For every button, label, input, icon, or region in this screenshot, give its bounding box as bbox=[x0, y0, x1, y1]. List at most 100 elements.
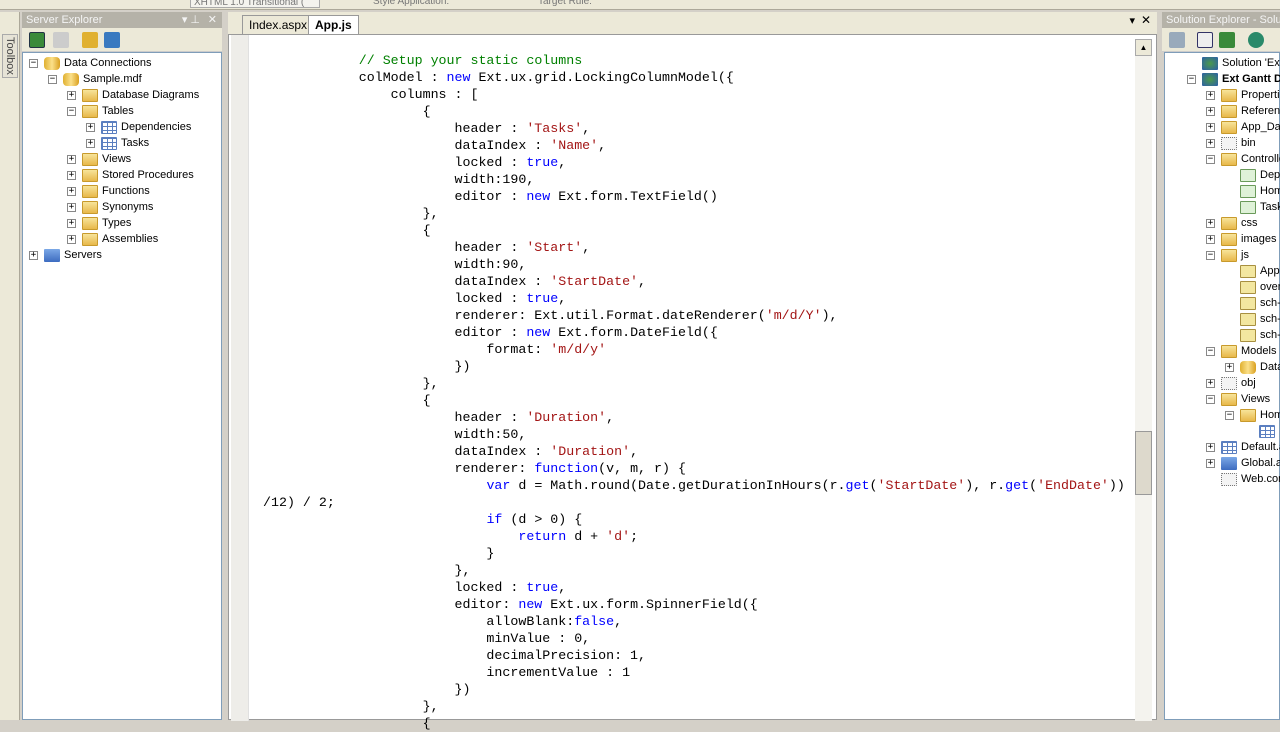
scroll-thumb[interactable] bbox=[1135, 431, 1152, 495]
tree-item[interactable]: + Global.asax bbox=[1206, 455, 1280, 471]
tree-item[interactable]: + css bbox=[1206, 215, 1258, 231]
tree-item[interactable]: − Sample.mdf bbox=[48, 71, 142, 87]
tree-item[interactable]: Web.config bbox=[1206, 471, 1280, 487]
code-token: dataIndex : bbox=[263, 274, 551, 289]
tab-index-aspx[interactable]: Index.aspx bbox=[242, 15, 315, 34]
tree-item[interactable]: sch-gantt bbox=[1225, 311, 1280, 327]
tree-item[interactable]: overrides.js bbox=[1225, 279, 1280, 295]
expand-icon[interactable]: + bbox=[67, 154, 76, 164]
collapse-icon[interactable]: − bbox=[1206, 394, 1215, 404]
tree-item[interactable]: − Home bbox=[1225, 407, 1280, 423]
tree-item-label: Views bbox=[1241, 393, 1271, 405]
tree-item[interactable]: + Default.aspx bbox=[1206, 439, 1280, 455]
tree-item[interactable]: + Servers bbox=[29, 247, 102, 263]
expand-icon[interactable]: + bbox=[67, 202, 76, 212]
tab-list-icon[interactable]: ▾ bbox=[1129, 14, 1135, 27]
tree-item-label: Ext Gantt Demo bbox=[1222, 73, 1280, 85]
scroll-up-button[interactable]: ▲ bbox=[1135, 39, 1152, 56]
close-icon[interactable]: ✕ bbox=[208, 13, 217, 26]
code-text[interactable]: // Setup your static columns colModel : … bbox=[263, 52, 1125, 732]
connect-server-icon[interactable] bbox=[104, 32, 120, 48]
collapse-icon[interactable]: − bbox=[1206, 250, 1215, 260]
collapse-icon[interactable]: − bbox=[1206, 154, 1215, 164]
tree-item[interactable]: − js bbox=[1206, 247, 1249, 263]
tree-item[interactable]: + images bbox=[1206, 231, 1276, 247]
tree-item[interactable]: + Database Diagrams bbox=[67, 87, 199, 103]
cs-icon bbox=[1240, 168, 1256, 182]
expand-icon[interactable]: + bbox=[1206, 458, 1215, 468]
tree-item[interactable]: + Dependencies bbox=[86, 119, 191, 135]
tab-app-js[interactable]: App.js bbox=[308, 15, 359, 34]
tree-item[interactable]: + obj bbox=[1206, 375, 1256, 391]
stop-icon[interactable] bbox=[53, 32, 69, 48]
tree-item[interactable]: Index.aspx bbox=[1244, 423, 1280, 439]
collapse-icon[interactable]: − bbox=[48, 74, 57, 84]
tree-item[interactable]: + Types bbox=[67, 215, 131, 231]
folder-icon bbox=[82, 184, 98, 198]
code-line: width:50, bbox=[263, 426, 1125, 443]
tree-item[interactable]: + Assemblies bbox=[67, 231, 158, 247]
expand-icon[interactable]: + bbox=[67, 218, 76, 228]
expand-icon[interactable]: + bbox=[1206, 138, 1215, 148]
tree-item[interactable]: DependenciesController.cs bbox=[1225, 167, 1280, 183]
tree-item[interactable]: HomeController.cs bbox=[1225, 183, 1280, 199]
tree-item[interactable]: + References bbox=[1206, 103, 1280, 119]
tree-item[interactable]: + bin bbox=[1206, 135, 1256, 151]
tree-item[interactable]: − Controllers bbox=[1206, 151, 1280, 167]
toolbox-tab[interactable]: Toolbox bbox=[2, 34, 18, 78]
expand-icon[interactable]: + bbox=[67, 90, 76, 100]
tree-item[interactable]: + Properties bbox=[1206, 87, 1280, 103]
tree-item[interactable]: + Functions bbox=[67, 183, 150, 199]
expand-icon[interactable]: + bbox=[1206, 90, 1215, 100]
vertical-scrollbar[interactable]: ▲ bbox=[1135, 39, 1152, 721]
expand-icon[interactable]: + bbox=[86, 138, 95, 148]
tree-item[interactable]: + Views bbox=[67, 151, 131, 167]
expand-icon[interactable]: + bbox=[1206, 378, 1215, 388]
expand-icon[interactable]: + bbox=[86, 122, 95, 132]
expand-icon[interactable]: + bbox=[67, 170, 76, 180]
tree-item[interactable]: − Tables bbox=[67, 103, 134, 119]
doctype-select[interactable]: XHTML 1.0 Transitional ( bbox=[190, 0, 320, 8]
tree-item[interactable]: − Data Connections bbox=[29, 55, 151, 71]
tree-item[interactable]: TasksController.cs bbox=[1225, 199, 1280, 215]
expand-icon[interactable]: + bbox=[67, 186, 76, 196]
tree-item[interactable]: + Tasks bbox=[86, 135, 149, 151]
collapse-icon[interactable]: − bbox=[67, 106, 76, 116]
tree-item-label: Models bbox=[1241, 345, 1277, 357]
show-all-files-icon[interactable] bbox=[1197, 32, 1213, 48]
expand-icon[interactable]: + bbox=[1225, 362, 1234, 372]
collapse-icon[interactable]: − bbox=[1187, 74, 1196, 84]
tree-item[interactable]: + Stored Procedures bbox=[67, 167, 194, 183]
tree-item-label: sch-gantt bbox=[1260, 313, 1280, 325]
collapse-icon[interactable]: − bbox=[1206, 346, 1215, 356]
tree-item[interactable]: + App_Data bbox=[1206, 119, 1280, 135]
tree-item[interactable]: − Ext Gantt Demo bbox=[1187, 71, 1280, 87]
properties-icon[interactable] bbox=[1169, 32, 1185, 48]
connect-database-icon[interactable] bbox=[82, 32, 98, 48]
code-token: locked : bbox=[263, 155, 527, 170]
refresh-icon[interactable] bbox=[1219, 32, 1235, 48]
tree-item[interactable]: sch-gantt bbox=[1225, 295, 1280, 311]
expand-icon[interactable]: + bbox=[29, 250, 38, 260]
expand-icon[interactable]: + bbox=[1206, 218, 1215, 228]
string-token: 'm/d/y' bbox=[550, 342, 607, 357]
refresh-icon[interactable] bbox=[29, 32, 45, 48]
pin-icon[interactable]: ▾ ⊥ bbox=[182, 13, 200, 26]
collapse-icon[interactable]: − bbox=[29, 58, 38, 68]
tree-item[interactable]: App.js bbox=[1225, 263, 1280, 279]
tree-item[interactable]: − Models bbox=[1206, 343, 1276, 359]
tree-item[interactable]: + DataClasses bbox=[1225, 359, 1280, 375]
code-editor[interactable]: // Setup your static columns colModel : … bbox=[228, 34, 1157, 731]
collapse-icon[interactable]: − bbox=[1225, 410, 1234, 420]
expand-icon[interactable]: + bbox=[1206, 106, 1215, 116]
tree-item[interactable]: Solution 'Ext Gantt Demo' bbox=[1187, 55, 1280, 71]
class-diagram-icon[interactable] bbox=[1248, 32, 1264, 48]
tree-item[interactable]: + Synonyms bbox=[67, 199, 153, 215]
tree-item[interactable]: − Views bbox=[1206, 391, 1270, 407]
expand-icon[interactable]: + bbox=[1206, 442, 1215, 452]
close-document-icon[interactable]: ✕ bbox=[1141, 13, 1151, 27]
tree-item[interactable]: sch-gantt bbox=[1225, 327, 1280, 343]
expand-icon[interactable]: + bbox=[1206, 122, 1215, 132]
expand-icon[interactable]: + bbox=[1206, 234, 1215, 244]
expand-icon[interactable]: + bbox=[67, 234, 76, 244]
